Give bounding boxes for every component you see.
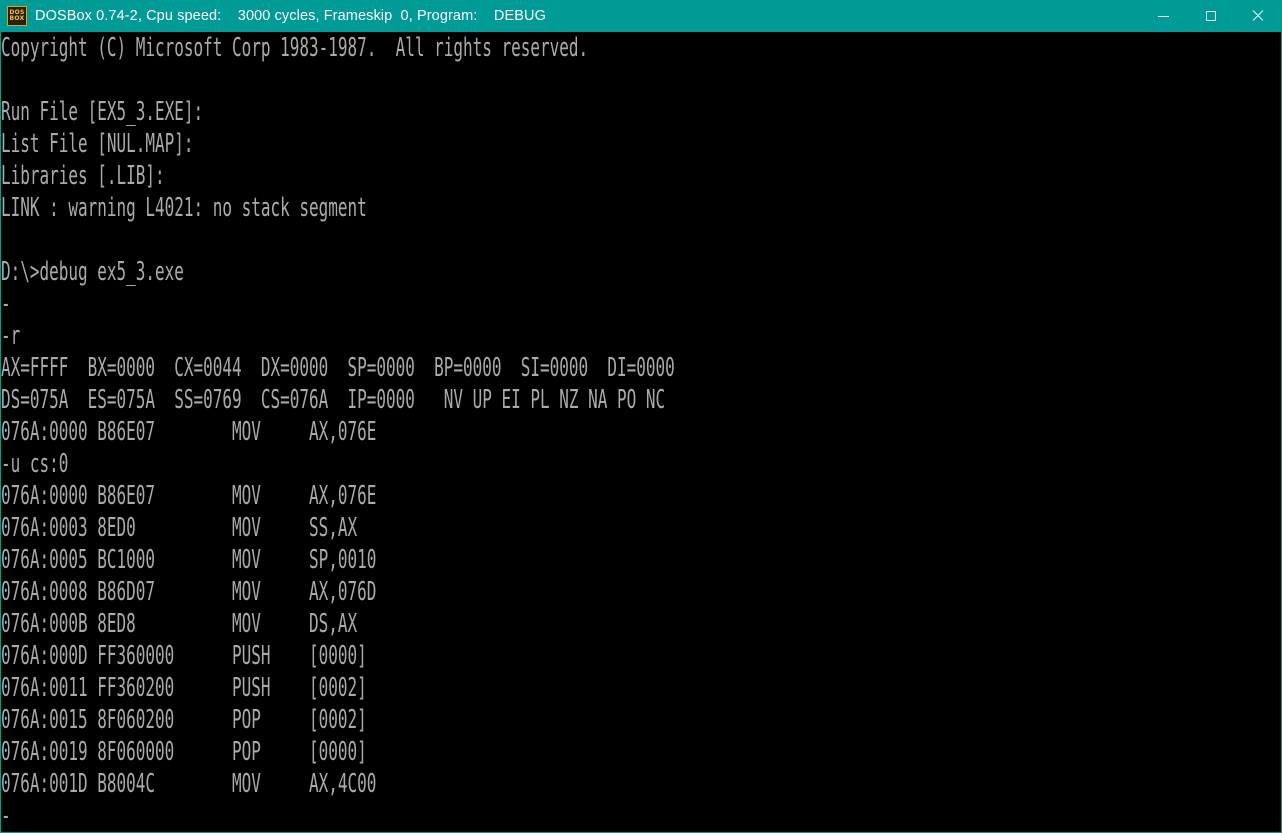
close-icon bbox=[1251, 9, 1265, 23]
maximize-button[interactable] bbox=[1187, 0, 1234, 32]
dosbox-icon-line2: BOX bbox=[9, 15, 25, 22]
console-output: Copyright (C) Microsoft Corp 1983-1987. … bbox=[1, 33, 675, 831]
minimize-button[interactable] bbox=[1140, 0, 1187, 32]
minimize-icon bbox=[1158, 15, 1169, 17]
terminal-screen[interactable]: Copyright (C) Microsoft Corp 1983-1987. … bbox=[1, 32, 1281, 832]
close-button[interactable] bbox=[1234, 0, 1281, 32]
window-controls bbox=[1140, 0, 1281, 32]
dosbox-window: DOS BOX DOSBox 0.74-2, Cpu speed: 3000 c… bbox=[0, 0, 1282, 833]
window-title: DOSBox 0.74-2, Cpu speed: 3000 cycles, F… bbox=[35, 8, 546, 24]
title-bar[interactable]: DOS BOX DOSBox 0.74-2, Cpu speed: 3000 c… bbox=[1, 0, 1281, 32]
dosbox-icon: DOS BOX bbox=[7, 6, 27, 26]
maximize-icon bbox=[1205, 11, 1216, 21]
